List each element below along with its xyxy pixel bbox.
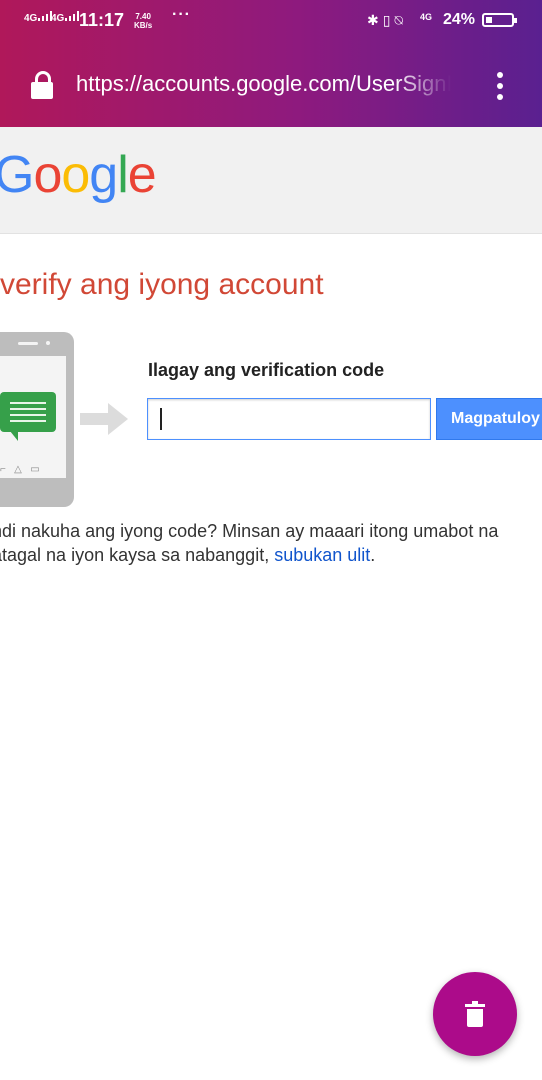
continue-button[interactable]: Magpatuloy <box>436 398 542 440</box>
lock-icon[interactable] <box>31 71 53 99</box>
note-period: . <box>370 545 376 565</box>
silent-icon: ⍉ <box>394 12 403 28</box>
phone-nav-icons: ⌐ △ ▭ <box>0 464 40 475</box>
logo-letter: l <box>117 146 129 204</box>
sms-icon <box>0 392 56 441</box>
google-logo: Google <box>0 145 157 205</box>
page-title: verify ang iyong account <box>0 268 324 301</box>
sim2-label: 4G <box>51 13 65 24</box>
more-vert-icon[interactable] <box>494 72 506 100</box>
verification-code-input[interactable] <box>147 398 431 440</box>
arrow-right-icon <box>80 403 128 435</box>
status-icons: ✱ ▯ ⍉ <box>367 12 407 29</box>
note-line-1: ndi nakuha ang iyong code? Minsan ay maa… <box>0 521 499 541</box>
url-text[interactable]: https://accounts.google.com/UserSignIn <box>76 71 451 101</box>
more-notifications-icon: ··· <box>172 6 191 23</box>
battery-percent: 24% <box>443 11 476 28</box>
logo-letter: e <box>127 146 157 204</box>
sim2-signal-icon: 4G <box>51 11 80 24</box>
resend-note: ndi nakuha ang iyong code? Minsan ay maa… <box>0 519 542 567</box>
note-line-2: atagal na iyon kaysa sa nabanggit, subuk… <box>0 543 542 567</box>
trash-icon <box>465 1001 485 1027</box>
network-type: 4G <box>420 12 433 22</box>
address-bar[interactable]: https://accounts.google.com/UserSignIn <box>0 44 542 127</box>
retry-link[interactable]: subukan ulit <box>274 545 370 565</box>
logo-letter: g <box>89 146 118 204</box>
sim1-label: 4G <box>24 13 38 24</box>
google-header: Google <box>0 127 542 234</box>
logo-letter: G <box>0 146 34 204</box>
delete-fab-button[interactable] <box>433 972 517 1056</box>
status-time: 11:17 <box>79 10 125 30</box>
status-bar: 4G 4G 11:17 7.40 KB/s ··· ✱ ▯ ⍉ 4G 24% <box>0 0 542 44</box>
logo-letter: o <box>33 146 62 204</box>
speed-unit: KB/s <box>134 21 153 30</box>
network-speed: 7.40 KB/s <box>134 12 152 30</box>
verification-code-label: Ilagay ang verification code <box>148 360 385 380</box>
sim1-signal-icon: 4G <box>24 11 53 24</box>
logo-letter: o <box>61 146 90 204</box>
note-line-2-text: atagal na iyon kaysa sa nabanggit, <box>0 545 275 565</box>
speed-value: 7.40 <box>135 12 151 21</box>
battery-icon <box>482 13 517 27</box>
vibrate-icon: ▯ <box>382 12 391 28</box>
text-caret <box>160 408 162 430</box>
bluetooth-icon: ✱ <box>367 12 379 28</box>
